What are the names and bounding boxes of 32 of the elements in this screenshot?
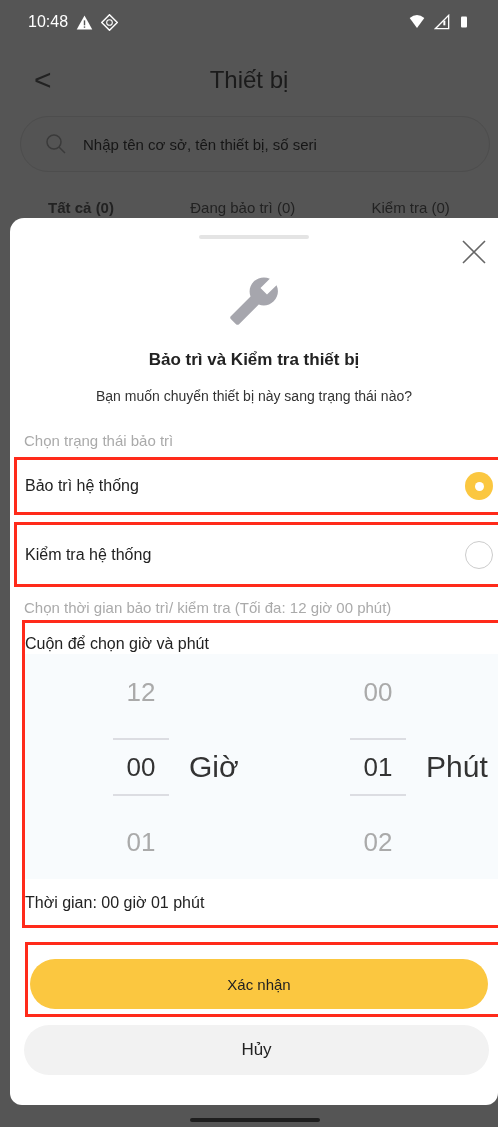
home-indicator[interactable] [190, 1118, 320, 1122]
picker-value[interactable]: 00 [350, 676, 406, 707]
status-option[interactable]: Kiểm tra hệ thống [17, 525, 498, 584]
radio-button[interactable] [465, 472, 493, 500]
section-label: Chọn thời gian bảo trì/ kiểm tra (Tối đa: 12 giờ 00 phút) [24, 598, 393, 618]
picker-value[interactable]: 02 [350, 826, 406, 857]
radio-button[interactable] [465, 540, 493, 569]
status-option[interactable]: Bảo trì hệ thống [17, 460, 498, 512]
warning-icon [76, 13, 94, 31]
back-button[interactable]: < [34, 63, 52, 97]
cancel-button[interactable]: Hủy [24, 1025, 489, 1075]
picker-unit: Giờ [189, 749, 240, 784]
search-icon [44, 132, 68, 156]
sheet-title: Bảo trì và Kiểm tra thiết bị [147, 349, 361, 371]
search-field[interactable]: Nhập tên cơ sở, tên thiết bị, số seri [20, 116, 490, 172]
picker-value[interactable]: 01 [350, 737, 406, 796]
picker-hint: Cuộn để chọn giờ và phút [25, 634, 210, 654]
diamond-icon [101, 13, 119, 31]
status-time: 10:48 [28, 13, 69, 31]
confirm-button[interactable]: Xác nhận [30, 959, 488, 1009]
section-label: Chọn trạng thái bảo trì [24, 431, 175, 451]
page-title: Thiết bị [209, 66, 289, 94]
wrench-icon [228, 275, 280, 327]
picker-value[interactable]: 01 [113, 826, 169, 857]
picker-unit: Phút [426, 749, 489, 784]
signal-icon [434, 14, 450, 30]
sheet-subtitle: Bạn muốn chuyển thiết bị này sang trạng thái nào? [95, 387, 413, 406]
picker-value[interactable]: 12 [113, 676, 169, 707]
picker-value[interactable]: 00 [113, 737, 169, 796]
wifi-icon [408, 14, 426, 30]
time-summary: Thời gian: 00 giờ 01 phút [25, 893, 206, 913]
close-button[interactable] [460, 238, 488, 266]
